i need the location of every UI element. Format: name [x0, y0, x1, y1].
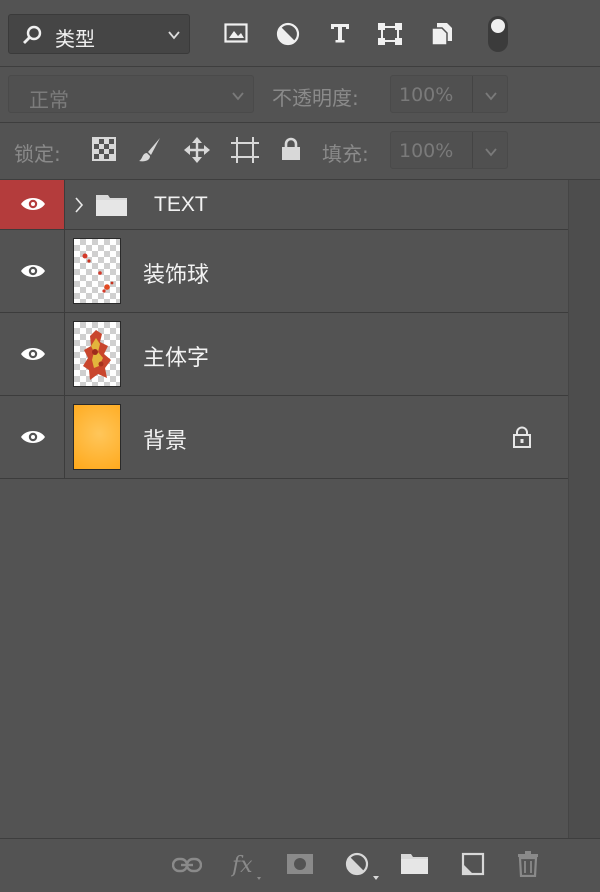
lock-transparent-pixels-icon[interactable]: [92, 137, 116, 165]
filter-kind-select[interactable]: 类型: [8, 14, 190, 54]
eye-icon: [20, 345, 46, 367]
eye-icon: [20, 195, 46, 217]
folder-icon: [96, 193, 128, 221]
lock-artboard-icon[interactable]: [231, 137, 259, 167]
lock-icon[interactable]: [512, 426, 532, 452]
layer-row-main-text[interactable]: 主体字: [0, 313, 568, 396]
layer-filter-bar: 类型: [0, 0, 600, 67]
add-mask-icon[interactable]: [286, 853, 314, 879]
chevron-down-icon: [231, 88, 245, 107]
layer-thumbnail: [73, 238, 121, 304]
lock-fill-bar: 锁定: 填充: 100%: [0, 123, 600, 180]
visibility-toggle[interactable]: [0, 180, 65, 229]
smart-object-filter-icon[interactable]: [431, 22, 453, 50]
layer-row-background[interactable]: 背景: [0, 396, 568, 479]
new-layer-icon[interactable]: [461, 852, 485, 880]
layer-thumbnail: [73, 321, 121, 387]
eye-icon: [20, 428, 46, 450]
layer-name[interactable]: 背景: [143, 423, 187, 455]
layer-name[interactable]: 主体字: [143, 340, 209, 372]
blend-mode-value: 正常: [29, 88, 69, 112]
layer-row-decoration-balls[interactable]: 装饰球: [0, 230, 568, 313]
toggle-knob: [491, 19, 505, 33]
opacity-field[interactable]: 100%: [390, 75, 508, 113]
visibility-toggle[interactable]: [0, 230, 65, 312]
chevron-down-icon[interactable]: [484, 144, 498, 163]
chevron-down-icon: [167, 27, 181, 46]
shape-filter-icon[interactable]: [377, 22, 403, 50]
visibility-toggle[interactable]: [0, 396, 65, 478]
lock-image-pixels-icon[interactable]: [138, 137, 162, 167]
layer-style-fx-icon[interactable]: fx: [230, 851, 261, 885]
new-adjustment-layer-icon[interactable]: [345, 852, 379, 884]
layer-thumbnail: [73, 404, 121, 470]
new-group-icon[interactable]: [401, 853, 429, 879]
layer-list: TEXT 装饰球 主体字 背景: [0, 180, 568, 479]
delete-layer-icon[interactable]: [517, 851, 539, 881]
layers-scrollbar[interactable]: [568, 180, 600, 838]
layer-row-text-group[interactable]: TEXT: [0, 180, 568, 230]
link-layers-icon[interactable]: [171, 857, 203, 877]
lock-position-icon[interactable]: [184, 137, 210, 167]
eye-icon: [20, 262, 46, 284]
layer-name[interactable]: TEXT: [154, 193, 208, 217]
layers-bottom-toolbar: fx: [0, 838, 600, 892]
lock-label: 锁定:: [14, 142, 61, 166]
opacity-label: 不透明度:: [272, 86, 359, 110]
filter-kind-label: 类型: [55, 27, 95, 51]
lock-all-icon[interactable]: [281, 137, 301, 165]
type-filter-icon[interactable]: [329, 22, 351, 48]
fill-label: 填充:: [322, 142, 369, 166]
visibility-toggle[interactable]: [0, 313, 65, 395]
fill-field[interactable]: 100%: [390, 131, 508, 169]
chevron-right-icon[interactable]: [74, 196, 84, 218]
layer-name[interactable]: 装饰球: [143, 257, 209, 289]
blend-opacity-bar: 正常 不透明度: 100%: [0, 67, 600, 123]
svg-text:fx: fx: [231, 853, 253, 878]
chevron-down-icon[interactable]: [484, 88, 498, 107]
filter-toggle[interactable]: [488, 16, 508, 52]
blend-mode-select[interactable]: 正常: [8, 75, 254, 113]
search-icon: [21, 24, 43, 50]
opacity-value: 100%: [399, 84, 454, 106]
fill-value: 100%: [399, 140, 454, 162]
image-filter-icon[interactable]: [224, 22, 248, 48]
adjustment-filter-icon[interactable]: [276, 22, 300, 50]
